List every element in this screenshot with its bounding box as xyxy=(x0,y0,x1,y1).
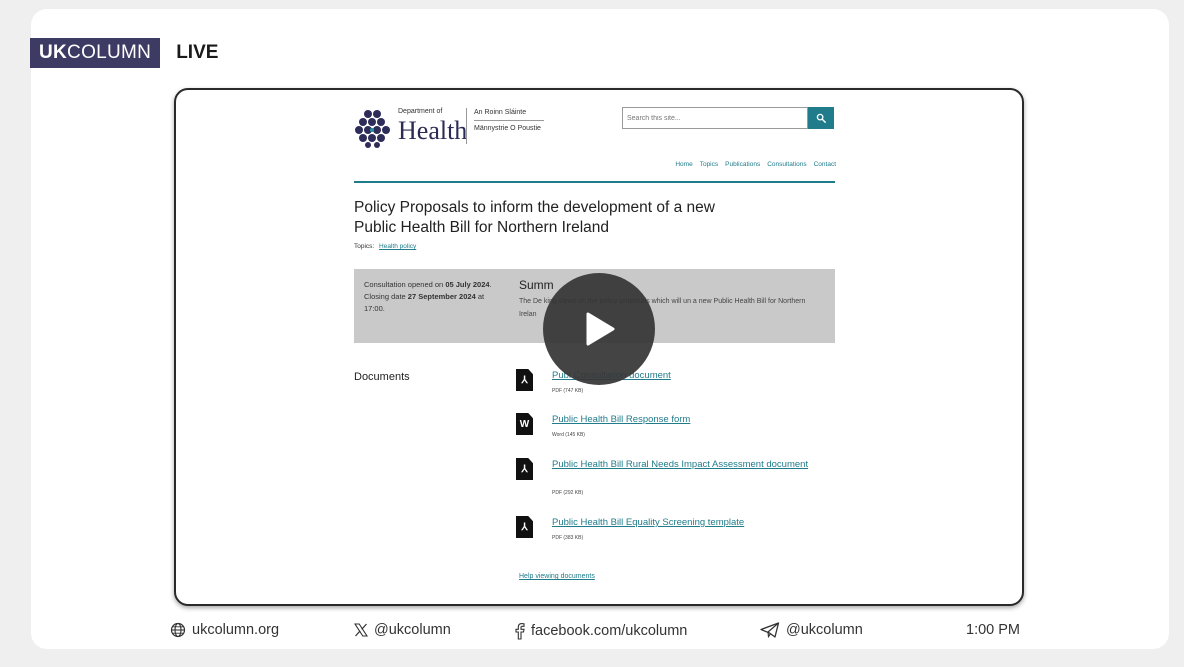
help-viewing-documents-link[interactable]: Help viewing documents xyxy=(519,573,595,580)
consultation-dates: Consultation opened on 05 July 2024. Clo… xyxy=(364,280,492,313)
live-label: LIVE xyxy=(176,42,219,63)
globe-icon xyxy=(170,622,186,638)
nav-contact[interactable]: Contact xyxy=(814,161,836,168)
pdf-icon: ⅄ xyxy=(516,458,533,480)
time-text: 1:00 PM xyxy=(966,622,1020,638)
nav-consultations[interactable]: Consultations xyxy=(767,161,806,168)
footer-time: 1:00 PM xyxy=(966,622,1020,638)
facebook-url: facebook.com/ukcolumn xyxy=(531,623,688,639)
department-of-health-logo: Department of Health An Roinn Sláinte Mä… xyxy=(354,106,594,151)
ulster-scots-name: Männystrie O Poustie xyxy=(474,125,541,132)
document-meta: PDF (383 KB) xyxy=(552,535,584,541)
nav-topics[interactable]: Topics xyxy=(700,161,718,168)
channel-branding: UKCOLUMN LIVE xyxy=(30,38,218,68)
close-date: 27 September 2024 xyxy=(407,292,476,301)
ukcolumn-logo: UKCOLUMN xyxy=(30,38,161,68)
document-link[interactable]: Public Health Bill Rural Needs Impact As… xyxy=(552,458,812,471)
department-of-label: Department of xyxy=(398,108,443,115)
nav-publications[interactable]: Publications xyxy=(725,161,760,168)
x-icon xyxy=(354,623,368,637)
play-icon xyxy=(586,312,615,346)
document-meta: Word (145 KB) xyxy=(552,432,585,438)
footer-telegram: @ukcolumn xyxy=(760,622,863,638)
document-meta: PDF (292 KB) xyxy=(552,490,584,496)
logo-rule xyxy=(474,120,544,121)
health-wordmark: Health xyxy=(398,116,468,145)
telegram-handle: @ukcolumn xyxy=(786,622,863,638)
footer-bar: ukcolumn.org @ukcolumn facebook.com/ukco… xyxy=(0,620,1184,644)
search-button[interactable] xyxy=(808,107,834,129)
facebook-icon xyxy=(515,623,525,640)
header-divider xyxy=(354,181,835,183)
topic-link-health-policy[interactable]: Health policy xyxy=(379,243,416,250)
search-icon xyxy=(816,113,826,123)
document-meta: PDF (747 KB) xyxy=(552,388,584,394)
word-icon: W xyxy=(516,413,533,435)
page-title: Policy Proposals to inform the developme… xyxy=(354,199,715,236)
site-search-input[interactable] xyxy=(622,107,808,129)
footer-facebook: facebook.com/ukcolumn xyxy=(514,622,687,640)
x-handle: @ukcolumn xyxy=(374,622,451,638)
documents-heading: Documents xyxy=(354,371,410,383)
footer-website: ukcolumn.org xyxy=(170,622,279,638)
document-link[interactable]: Public Health Bill Response form xyxy=(552,413,812,426)
telegram-icon xyxy=(760,622,780,638)
irish-name: An Roinn Sláinte xyxy=(474,109,527,116)
logo-divider xyxy=(466,108,467,144)
hexagon-cluster-icon xyxy=(355,110,390,148)
nav-home[interactable]: Home xyxy=(675,161,692,168)
summary-heading: Summ xyxy=(519,278,554,292)
main-nav: Home Topics Publications Consultations C… xyxy=(628,161,836,168)
footer-x: @ukcolumn xyxy=(354,622,451,638)
website-text: ukcolumn.org xyxy=(192,622,280,638)
pdf-icon: ⅄ xyxy=(516,516,533,538)
topics-label: Topics: xyxy=(354,243,375,250)
video-frame[interactable]: Department of Health An Roinn Sláinte Mä… xyxy=(174,88,1024,606)
pdf-icon: ⅄ xyxy=(516,369,533,391)
topics-line: Topics: Health policy xyxy=(354,243,416,250)
play-button[interactable] xyxy=(543,273,655,385)
document-link[interactable]: Public Health Bill Equality Screening te… xyxy=(552,516,812,529)
open-date: 05 July 2024 xyxy=(445,280,490,289)
